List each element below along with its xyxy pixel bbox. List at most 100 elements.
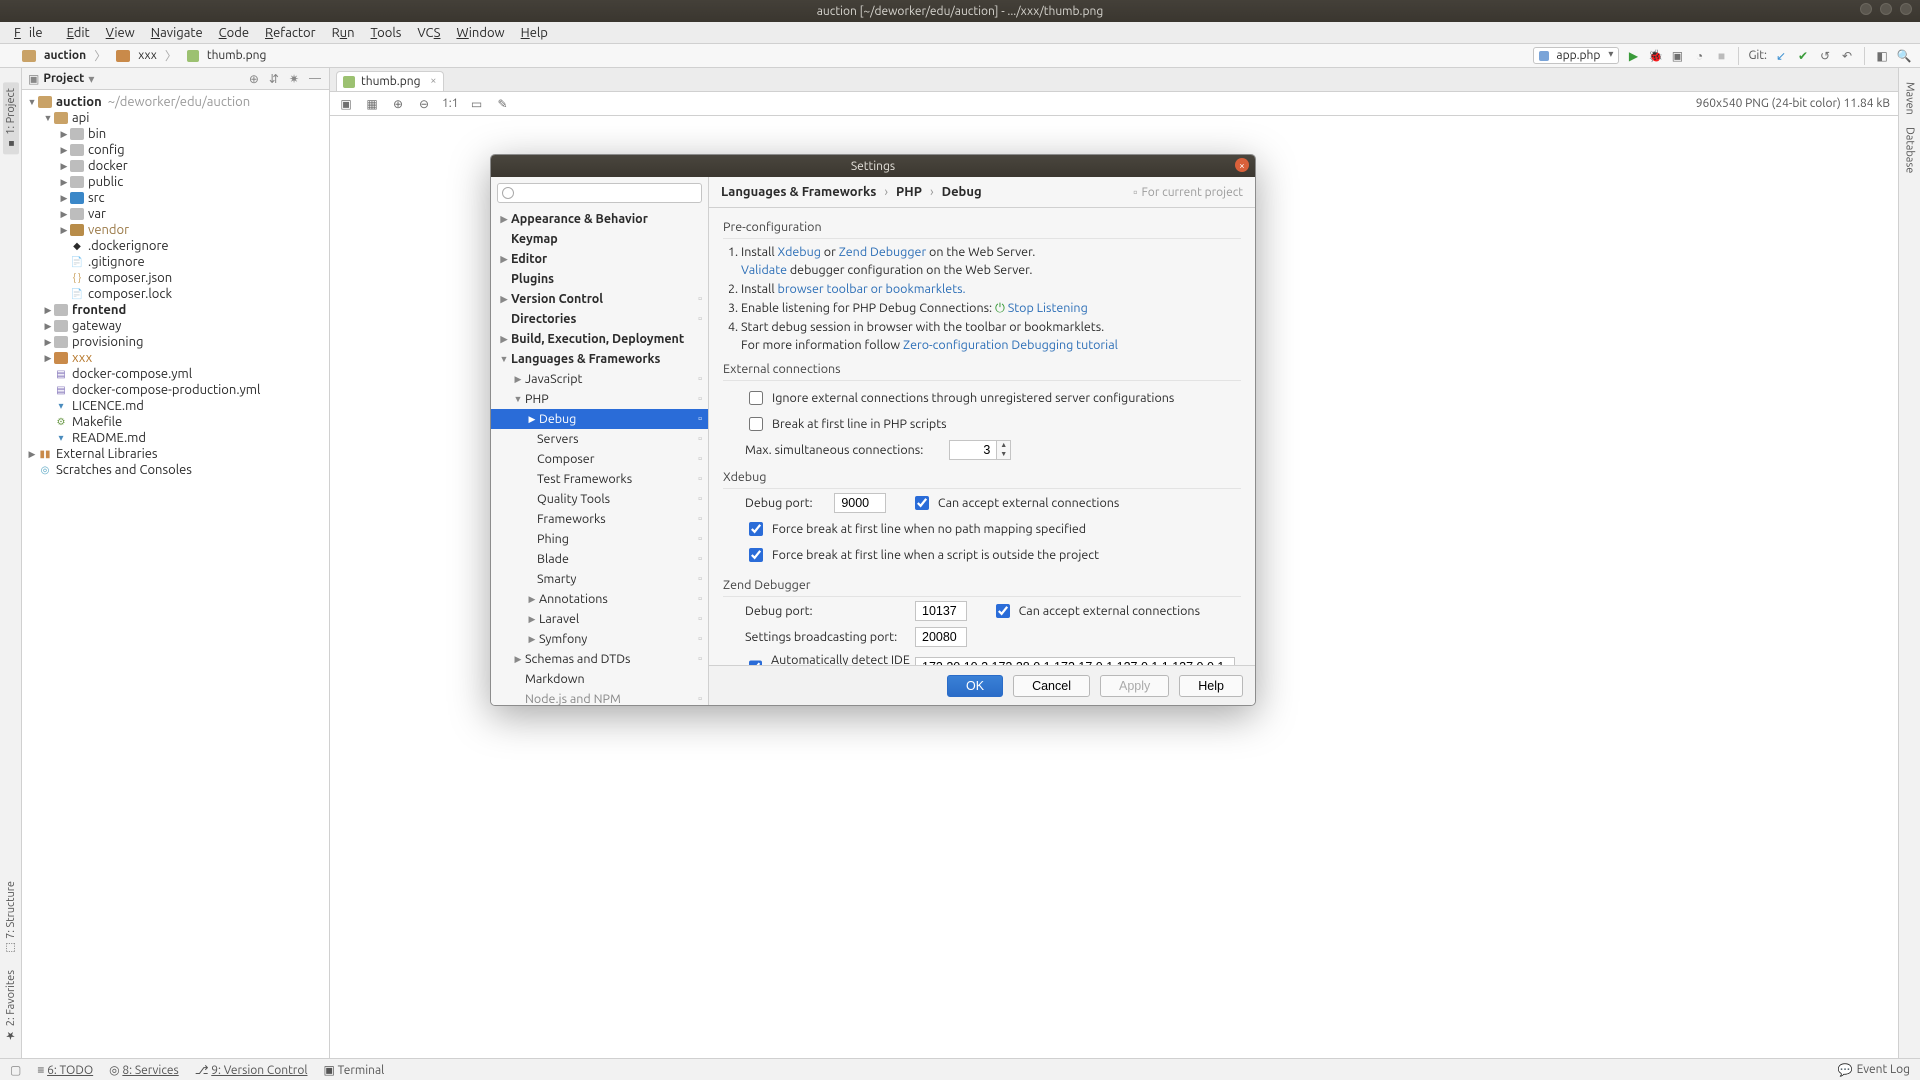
input-zend-port[interactable] xyxy=(915,601,967,621)
toolwindow-database[interactable]: Database xyxy=(1904,127,1916,173)
chk-break-first[interactable] xyxy=(749,417,763,431)
hide-toolwindows-icon[interactable]: ▢ xyxy=(10,1063,21,1077)
menu-file[interactable]: File xyxy=(6,26,59,40)
menu-window[interactable]: Window xyxy=(448,26,512,40)
input-xdebug-port[interactable] xyxy=(834,493,886,513)
toolwindow-favorites[interactable]: ★ 2: Favorites xyxy=(4,970,17,1042)
menu-tools[interactable]: Tools xyxy=(363,26,410,40)
tree-node[interactable]: 📄composer.lock xyxy=(22,286,329,302)
link-xdebug[interactable]: Xdebug xyxy=(778,245,821,259)
link-validate[interactable]: Validate xyxy=(741,263,787,277)
expand-icon[interactable]: ⇵ xyxy=(267,72,281,86)
breadcrumb-mid[interactable]: xxx〉 xyxy=(112,47,181,64)
breadcrumb-leaf[interactable]: thumb.png xyxy=(183,49,271,62)
settings-item[interactable]: ▶JavaScript▫ xyxy=(491,369,708,389)
tree-node[interactable]: ▤docker-compose.yml xyxy=(22,366,329,382)
tree-node[interactable]: ▶xxx xyxy=(22,350,329,366)
tree-node[interactable]: ▶docker xyxy=(22,158,329,174)
tree-node[interactable]: ▶public xyxy=(22,174,329,190)
menu-vcs[interactable]: VCS xyxy=(409,26,448,40)
tree-node[interactable]: ▶gateway xyxy=(22,318,329,334)
settings-cat[interactable]: ▶Appearance & Behavior xyxy=(491,209,708,229)
status-services[interactable]: ◎ 8: Services xyxy=(109,1063,179,1077)
zoom-11[interactable]: 1:1 xyxy=(442,97,459,110)
tree-node[interactable]: ◆.dockerignore xyxy=(22,238,329,254)
status-vcs[interactable]: ⎇ 9: Version Control xyxy=(195,1063,308,1077)
input-ide-ip[interactable] xyxy=(915,657,1235,665)
tree-node[interactable]: ▶vendor xyxy=(22,222,329,238)
tree-node[interactable]: 📄.gitignore xyxy=(22,254,329,270)
ok-button[interactable]: OK xyxy=(947,675,1003,697)
event-log[interactable]: Event Log xyxy=(1857,1063,1910,1076)
input-zend-bcast[interactable] xyxy=(915,627,967,647)
chk-xdebug-accept[interactable] xyxy=(915,496,929,510)
menu-edit[interactable]: Edit xyxy=(59,26,98,40)
settings-item[interactable]: ▶Schemas and DTDs▫ xyxy=(491,649,708,669)
status-todo[interactable]: ≡ 6: TODO xyxy=(37,1063,93,1077)
project-tree[interactable]: ▼auction~/deworker/edu/auction ▼api ▶bin… xyxy=(22,90,329,1058)
vcs-update-icon[interactable]: ↙ xyxy=(1773,48,1789,64)
coverage-icon[interactable]: ▣ xyxy=(1669,48,1685,64)
settings-cat[interactable]: ▶Version Control▫ xyxy=(491,289,708,309)
link-stop-listening[interactable]: Stop Listening xyxy=(1008,301,1088,315)
tree-node-api[interactable]: ▼api xyxy=(22,110,329,126)
maximize-icon[interactable] xyxy=(1880,3,1892,15)
zoom-in-icon[interactable]: ⊕ xyxy=(390,96,406,112)
grid-icon[interactable]: ▦ xyxy=(364,96,380,112)
tree-node[interactable]: ▤docker-compose-production.yml xyxy=(22,382,329,398)
tree-node[interactable]: ▶bin xyxy=(22,126,329,142)
tree-node[interactable]: ▶var xyxy=(22,206,329,222)
tree-node-external[interactable]: ▶▮▮External Libraries xyxy=(22,446,329,462)
tree-node[interactable]: ▾README.md xyxy=(22,430,329,446)
link-zend[interactable]: Zend Debugger xyxy=(839,245,926,259)
tree-node[interactable]: ▶provisioning xyxy=(22,334,329,350)
checker-icon[interactable]: ▭ xyxy=(469,96,485,112)
close-icon[interactable] xyxy=(1900,3,1912,15)
tree-node[interactable]: ⚙Makefile xyxy=(22,414,329,430)
settings-cat[interactable]: ▼Languages & Frameworks xyxy=(491,349,708,369)
status-terminal[interactable]: ▣ Terminal xyxy=(324,1063,385,1077)
menu-code[interactable]: Code xyxy=(211,26,257,40)
minimize-icon[interactable] xyxy=(1860,3,1872,15)
locate-icon[interactable]: ⊕ xyxy=(247,72,261,86)
zoom-out-icon[interactable]: ⊖ xyxy=(416,96,432,112)
settings-item[interactable]: Blade▫ xyxy=(491,549,708,569)
settings-item[interactable]: ▶Laravel▫ xyxy=(491,609,708,629)
tree-node[interactable]: ▶frontend xyxy=(22,302,329,318)
settings-item[interactable]: Quality Tools▫ xyxy=(491,489,708,509)
search-everywhere-icon[interactable]: 🔍 xyxy=(1896,48,1912,64)
settings-cat[interactable]: ▶Editor xyxy=(491,249,708,269)
settings-item[interactable]: Smarty▫ xyxy=(491,569,708,589)
run-config-dropdown[interactable]: app.php xyxy=(1533,47,1619,64)
toolwindow-structure[interactable]: ⬚ 7: Structure xyxy=(4,881,17,954)
stop-icon[interactable]: ■ xyxy=(1713,48,1729,64)
settings-item[interactable]: Servers▫ xyxy=(491,429,708,449)
settings-cat[interactable]: ▶Build, Execution, Deployment xyxy=(491,329,708,349)
settings-search-input[interactable] xyxy=(497,183,702,203)
profile-icon[interactable]: ◔ xyxy=(1691,48,1707,64)
run-icon[interactable]: ▶ xyxy=(1625,48,1641,64)
settings-item[interactable]: Composer▫ xyxy=(491,449,708,469)
settings-item[interactable]: Test Frameworks▫ xyxy=(491,469,708,489)
tree-node[interactable]: { }composer.json xyxy=(22,270,329,286)
ide-layout-icon[interactable]: ◧ xyxy=(1874,48,1890,64)
toolwindow-maven[interactable]: Maven xyxy=(1904,82,1916,115)
settings-item-debug[interactable]: ▶Debug▫ xyxy=(491,409,708,429)
vcs-commit-icon[interactable]: ✔ xyxy=(1795,48,1811,64)
settings-cat[interactable]: Keymap xyxy=(491,229,708,249)
settings-item[interactable]: Phing▫ xyxy=(491,529,708,549)
vcs-history-icon[interactable]: ↺ xyxy=(1817,48,1833,64)
menu-view[interactable]: View xyxy=(98,26,143,40)
settings-item[interactable]: Node.js and NPM▫ xyxy=(491,689,708,705)
tree-node-root[interactable]: ▼auction~/deworker/edu/auction xyxy=(22,94,329,110)
vcs-revert-icon[interactable]: ↶ xyxy=(1839,48,1855,64)
chk-force-nopath[interactable] xyxy=(749,522,763,536)
input-max-conn[interactable] xyxy=(949,440,997,460)
settings-icon[interactable]: ✷ xyxy=(287,72,301,86)
event-log-icon[interactable]: 💬 xyxy=(1838,1063,1853,1077)
settings-item-php[interactable]: ▼PHP▫ xyxy=(491,389,708,409)
help-button[interactable]: Help xyxy=(1179,675,1243,697)
hide-icon[interactable]: — xyxy=(307,72,323,85)
dialog-titlebar[interactable]: Settings × xyxy=(491,155,1255,177)
settings-item[interactable]: Frameworks▫ xyxy=(491,509,708,529)
